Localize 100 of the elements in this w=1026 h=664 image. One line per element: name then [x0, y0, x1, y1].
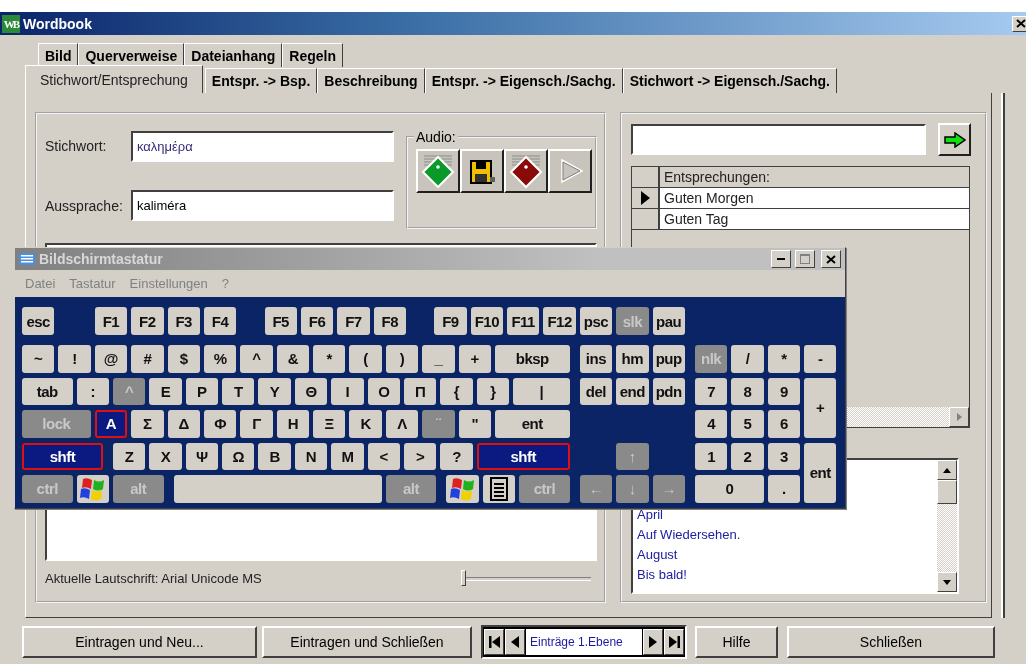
push-button[interactable]: Eintragen und Neu...: [22, 626, 257, 658]
key[interactable]: pau: [652, 307, 685, 335]
key[interactable]: 1: [694, 442, 728, 470]
key[interactable]: bksp: [494, 345, 570, 373]
list-item[interactable]: Bis bald!: [637, 565, 937, 585]
key[interactable]: _: [422, 345, 455, 373]
key[interactable]: F12: [543, 307, 576, 335]
vertical-scrollbar[interactable]: [937, 460, 957, 592]
key[interactable]: +: [804, 377, 837, 438]
key[interactable]: Ξ: [313, 410, 346, 438]
key[interactable]: Θ: [294, 377, 328, 405]
key[interactable]: /: [731, 345, 764, 373]
tab[interactable]: Beschreibung: [317, 68, 425, 93]
key[interactable]: Ζ: [112, 442, 146, 470]
key[interactable]: 3: [767, 442, 801, 470]
key[interactable]: pdn: [652, 377, 685, 405]
tab[interactable]: Stichwort -> Eigensch./Sachg.: [622, 68, 837, 93]
key[interactable]: tab: [22, 377, 73, 405]
key[interactable]: Υ: [258, 377, 291, 405]
key[interactable]: !: [58, 345, 91, 373]
key[interactable]: Η: [276, 410, 309, 438]
key[interactable]: F1: [94, 307, 128, 335]
key[interactable]: ": [458, 410, 491, 438]
key[interactable]: Π: [403, 377, 437, 405]
key[interactable]: F3: [167, 307, 200, 335]
key[interactable]: (: [349, 345, 382, 373]
key[interactable]: *: [313, 345, 346, 373]
key[interactable]: 6: [767, 410, 801, 438]
key[interactable]: $: [167, 345, 200, 373]
tab[interactable]: Entspr. -> Bsp.: [204, 68, 318, 93]
key[interactable]: ent: [494, 410, 570, 438]
key[interactable]: Α: [94, 410, 128, 438]
key[interactable]: {: [440, 377, 473, 405]
key[interactable]: del: [579, 377, 613, 405]
push-button[interactable]: Hilfe: [695, 626, 778, 658]
go-button[interactable]: [938, 123, 971, 156]
key[interactable]: ^: [240, 345, 273, 373]
push-button[interactable]: Schließen: [787, 626, 995, 658]
key[interactable]: -: [804, 345, 837, 373]
audio-button[interactable]: [416, 149, 460, 193]
key[interactable]: Β: [258, 442, 291, 470]
key[interactable]: ins: [579, 345, 613, 373]
key[interactable]: 8: [731, 377, 764, 405]
key[interactable]: Ψ: [185, 442, 219, 470]
key[interactable]: <: [367, 442, 400, 470]
key[interactable]: Λ: [385, 410, 419, 438]
key[interactable]: Γ: [240, 410, 273, 438]
list-item[interactable]: August: [637, 545, 937, 565]
key[interactable]: *: [767, 345, 801, 373]
tab[interactable]: Entspr. -> Eigensch./Sachg.: [424, 68, 623, 93]
key[interactable]: F4: [203, 307, 237, 335]
key[interactable]: F7: [337, 307, 370, 335]
key[interactable]: |: [513, 377, 570, 405]
tab[interactable]: Regeln: [282, 43, 343, 67]
key[interactable]: ent: [804, 442, 837, 503]
key[interactable]: 4: [694, 410, 728, 438]
key[interactable]: Ν: [294, 442, 328, 470]
last-button[interactable]: [664, 629, 684, 655]
key[interactable]: 9: [767, 377, 801, 405]
key[interactable]: F5: [264, 307, 297, 335]
key[interactable]: psc: [579, 307, 613, 335]
key[interactable]: F8: [373, 307, 406, 335]
push-button[interactable]: Eintragen und Schließen: [262, 626, 472, 658]
key[interactable]: .: [767, 475, 801, 503]
key[interactable]: :: [76, 377, 109, 405]
key[interactable]: hm: [616, 345, 649, 373]
key[interactable]: Ο: [367, 377, 400, 405]
list-item[interactable]: Auf Wiedersehen.: [637, 525, 937, 545]
key[interactable]: ): [385, 345, 419, 373]
maximize-button[interactable]: [795, 250, 815, 268]
first-button[interactable]: [484, 629, 504, 655]
key[interactable]: %: [203, 345, 237, 373]
table-cell[interactable]: Guten Morgen: [660, 188, 969, 209]
next-button[interactable]: [643, 629, 663, 655]
tab[interactable]: Bild: [38, 43, 79, 67]
key[interactable]: Μ: [331, 442, 364, 470]
slider[interactable]: [461, 570, 591, 586]
key[interactable]: #: [131, 345, 164, 373]
key[interactable]: Κ: [349, 410, 382, 438]
key[interactable]: 0: [694, 475, 764, 503]
key[interactable]: 7: [694, 377, 728, 405]
key[interactable]: Ρ: [185, 377, 219, 405]
key[interactable]: shft: [22, 442, 103, 470]
key[interactable]: F9: [434, 307, 467, 335]
key[interactable]: Δ: [167, 410, 200, 438]
key[interactable]: 5: [731, 410, 764, 438]
key[interactable]: shft: [476, 442, 570, 470]
key[interactable]: ~: [22, 345, 55, 373]
list-item[interactable]: April: [637, 505, 937, 525]
input-field[interactable]: kaliméra: [131, 190, 394, 222]
key[interactable]: +: [458, 345, 491, 373]
input-field[interactable]: καλημέρα: [131, 130, 394, 162]
key[interactable]: ?: [440, 442, 473, 470]
tab[interactable]: Querverweise: [78, 43, 185, 67]
key[interactable]: end: [616, 377, 649, 405]
key[interactable]: }: [476, 377, 510, 405]
table-cell[interactable]: Guten Tag: [660, 209, 969, 230]
key[interactable]: Ω: [222, 442, 255, 470]
key[interactable]: F10: [470, 307, 503, 335]
minimize-button[interactable]: [771, 250, 791, 268]
